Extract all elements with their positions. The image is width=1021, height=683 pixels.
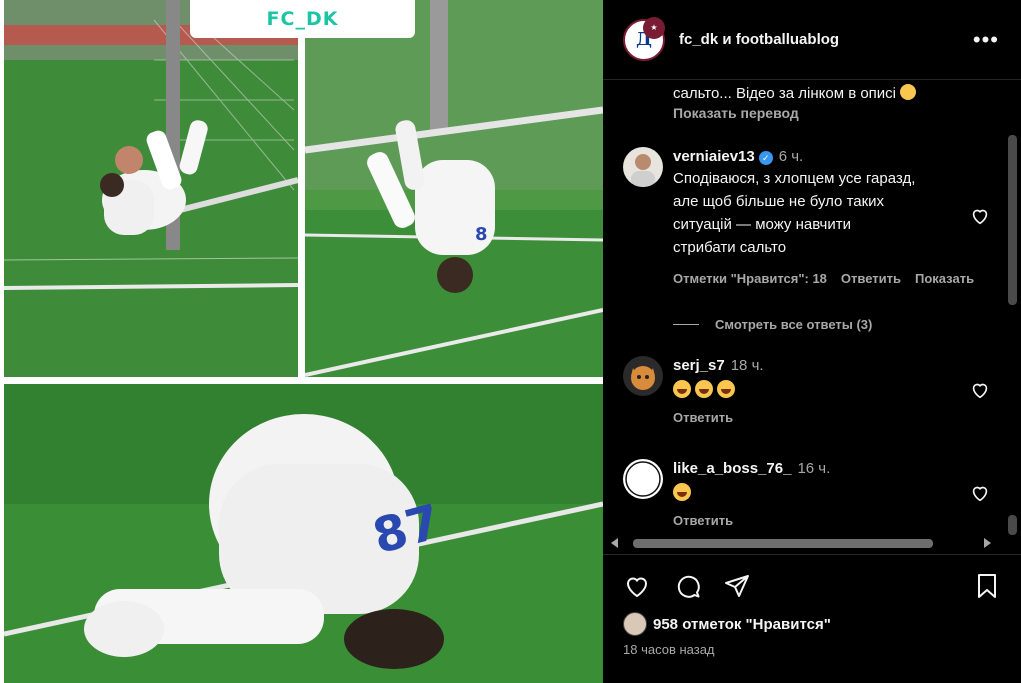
author-avatar[interactable]: Д ★ xyxy=(623,16,665,61)
caption-tail-text: сальто... Відео за лінком в описі xyxy=(673,85,897,102)
vertical-scrollbar[interactable] xyxy=(1004,80,1021,535)
comment-time: 6 ч. xyxy=(778,148,804,165)
vertical-scroll-arrow[interactable] xyxy=(1008,515,1017,535)
send-icon[interactable] xyxy=(723,572,751,600)
post-authors[interactable]: fc_dk и footballuablog xyxy=(679,31,839,48)
show-button[interactable]: Показать xyxy=(915,271,974,286)
post-media[interactable]: 8 87 FC_DK xyxy=(0,0,603,683)
comment-body: serj_s7 18 ч. Ответить xyxy=(673,356,963,425)
photo-tile-landing: 87 xyxy=(4,384,603,683)
comment-body: verniaiev13 ✓ 6 ч. Сподіваюся, з хлопцем у… xyxy=(673,147,974,286)
view-replies-link[interactable]: Смотреть все ответы (3) xyxy=(673,317,872,332)
comment-head: like_a_boss_76_ 16 ч. xyxy=(673,459,963,479)
laughing-emoji-icon xyxy=(717,380,735,398)
comment-actions: Ответить xyxy=(673,410,963,425)
commenter-avatar[interactable] xyxy=(623,147,663,187)
comment-username[interactable]: verniaiev13 xyxy=(673,148,755,165)
comment-head: serj_s7 18 ч. xyxy=(673,356,963,376)
comment-item: like_a_boss_76_ 16 ч. Ответить xyxy=(623,459,1003,533)
comment-like-heart-icon[interactable] xyxy=(969,205,991,227)
comment-emojis xyxy=(673,380,963,400)
reply-button[interactable]: Ответить xyxy=(841,271,901,286)
likes-summary[interactable]: 958 отметок "Нравится" xyxy=(623,612,831,636)
comment-username[interactable]: like_a_boss_76_ xyxy=(673,460,791,477)
photo-tile-flip-2: 8 xyxy=(305,0,603,377)
photo-tile-flip-1 xyxy=(4,0,298,377)
comment-time: 16 ч. xyxy=(797,460,831,477)
svg-text:8: 8 xyxy=(475,224,488,245)
post-header: Д ★ fc_dk и footballuablog ••• xyxy=(603,0,1021,80)
comment-actions: Ответить xyxy=(673,513,963,528)
reply-button[interactable]: Ответить xyxy=(673,410,733,425)
comment-body: like_a_boss_76_ 16 ч. Ответить xyxy=(673,459,963,528)
heart-icon[interactable] xyxy=(623,572,651,600)
replies-divider xyxy=(673,324,699,325)
comment-like-heart-icon[interactable] xyxy=(969,482,991,504)
comment-emojis xyxy=(673,483,963,503)
commenter-avatar[interactable] xyxy=(623,356,663,396)
commenter-avatar[interactable] xyxy=(623,459,663,499)
star-icon: ★ xyxy=(643,16,665,39)
horizontal-scroll-thumb[interactable] xyxy=(633,539,933,548)
scroll-right-icon[interactable] xyxy=(984,538,991,548)
comment-actions: Отметки "Нравится": 18 Ответить Показать xyxy=(673,271,974,286)
comment-item: verniaiev13 ✓ 6 ч. Сподіваюся, з хлопцем у… xyxy=(623,147,1003,297)
comment-username[interactable]: serj_s7 xyxy=(673,357,725,374)
laughing-emoji-icon xyxy=(673,380,691,398)
scroll-left-icon[interactable] xyxy=(611,538,618,548)
caption-text: сальто... Відео за лінком в описі xyxy=(673,83,917,105)
bookmark-icon[interactable] xyxy=(973,572,1001,600)
comment-icon[interactable] xyxy=(675,572,703,600)
comment-like-heart-icon[interactable] xyxy=(969,379,991,401)
view-replies-label: Смотреть все ответы (3) xyxy=(715,317,873,332)
comment-likes-link[interactable]: Отметки "Нравится": 18 xyxy=(673,271,827,286)
liker-avatar xyxy=(623,612,647,636)
likes-count: 958 отметок "Нравится" xyxy=(653,615,831,633)
brand-watermark: FC_DK xyxy=(190,0,415,38)
flushed-emoji-icon xyxy=(900,84,917,100)
post-action-bar xyxy=(603,568,1021,604)
reply-button[interactable]: Ответить xyxy=(673,513,733,528)
translate-link[interactable]: Показать перевод xyxy=(673,105,799,121)
comments-list[interactable]: сальто... Відео за лінком в описі Показа… xyxy=(603,81,1021,533)
comment-item: serj_s7 18 ч. Ответить xyxy=(623,356,1003,436)
comment-text: Сподіваюся, з хлопцем усе гаразд, але що… xyxy=(673,170,916,256)
comment-head: verniaiev13 ✓ 6 ч. xyxy=(673,147,963,167)
vertical-scroll-thumb[interactable] xyxy=(1008,135,1017,305)
more-options-icon[interactable]: ••• xyxy=(973,29,999,51)
horizontal-scrollbar[interactable] xyxy=(603,533,1021,555)
laughing-emoji-icon xyxy=(673,483,691,501)
post-panel: Д ★ fc_dk и footballuablog ••• сальто...… xyxy=(603,0,1021,683)
comment-time: 18 ч. xyxy=(730,357,764,374)
verified-badge-icon: ✓ xyxy=(758,151,773,165)
brand-label: FC_DK xyxy=(266,8,339,30)
laughing-emoji-icon xyxy=(695,380,713,398)
post-timestamp[interactable]: 18 часов назад xyxy=(623,642,715,657)
